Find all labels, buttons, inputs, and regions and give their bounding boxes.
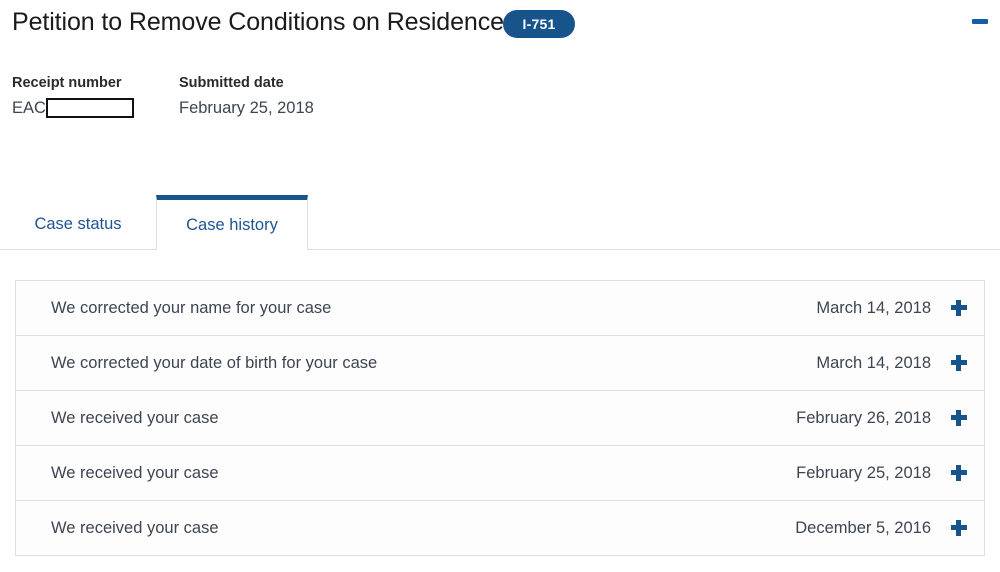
plus-icon[interactable] xyxy=(950,299,968,317)
form-type-badge: I-751 xyxy=(503,10,575,38)
submitted-date-label: Submitted date xyxy=(179,75,284,91)
minus-icon[interactable] xyxy=(967,8,993,34)
submitted-date-block: Submitted date February 25, 2018 xyxy=(179,74,314,118)
case-history-list: We corrected your name for your case Mar… xyxy=(15,280,985,556)
table-row[interactable]: We received your case February 26, 2018 xyxy=(16,391,984,446)
tab-case-status[interactable]: Case status xyxy=(0,195,157,250)
submitted-date-value: February 25, 2018 xyxy=(179,99,314,117)
plus-icon[interactable] xyxy=(950,354,968,372)
table-row[interactable]: We received your case February 25, 2018 xyxy=(16,446,984,501)
plus-icon-vertical-bar xyxy=(956,410,961,426)
table-row[interactable]: We corrected your name for your case Mar… xyxy=(16,281,984,336)
history-event-text: We corrected your date of birth for your… xyxy=(51,353,378,372)
case-tabs: Case status Case history xyxy=(0,195,1000,251)
history-event-date: February 26, 2018 xyxy=(796,408,931,427)
tab-case-status-label: Case status xyxy=(34,214,122,233)
plus-icon-vertical-bar xyxy=(956,355,961,371)
history-event-date: February 25, 2018 xyxy=(796,463,931,482)
receipt-number-block: Receipt number EAC xyxy=(12,74,134,118)
table-row[interactable]: We received your case December 5, 2016 xyxy=(16,501,984,556)
plus-icon[interactable] xyxy=(950,519,968,537)
table-row[interactable]: We corrected your date of birth for your… xyxy=(16,336,984,391)
history-event-date: December 5, 2016 xyxy=(795,518,931,537)
plus-icon-vertical-bar xyxy=(956,465,961,481)
receipt-number-redaction-box xyxy=(45,98,134,118)
plus-icon[interactable] xyxy=(950,409,968,427)
minus-icon-bar xyxy=(972,19,988,24)
history-event-text: We corrected your name for your case xyxy=(51,298,332,317)
receipt-number-prefix: EAC xyxy=(12,99,46,117)
plus-icon-vertical-bar xyxy=(956,300,961,316)
history-event-date: March 14, 2018 xyxy=(816,298,931,317)
case-header: Petition to Remove Conditions on Residen… xyxy=(0,0,1000,52)
plus-icon-vertical-bar xyxy=(956,520,961,536)
receipt-number-label: Receipt number xyxy=(12,75,122,91)
history-event-text: We received your case xyxy=(51,518,219,537)
history-event-text: We received your case xyxy=(51,463,219,482)
tab-case-history-label: Case history xyxy=(186,215,278,234)
history-event-date: March 14, 2018 xyxy=(816,353,931,372)
case-meta: Receipt number EAC Submitted date Februa… xyxy=(0,74,1000,124)
receipt-number-value: EAC xyxy=(12,98,134,118)
tab-case-history[interactable]: Case history xyxy=(156,195,308,250)
plus-icon[interactable] xyxy=(950,464,968,482)
history-event-text: We received your case xyxy=(51,408,219,427)
page-title: Petition to Remove Conditions on Residen… xyxy=(12,8,504,36)
